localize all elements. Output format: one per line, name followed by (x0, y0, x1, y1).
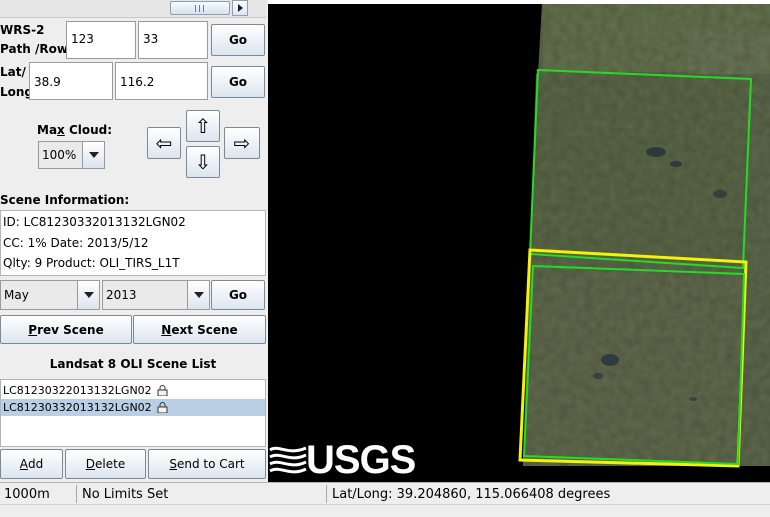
chevron-down-icon (193, 292, 204, 298)
max-cloud-select[interactable]: 100% (38, 141, 105, 169)
arrow-right-icon: ⇨ (233, 131, 251, 155)
list-item-selected[interactable]: LC81230332013132LGN02 (1, 399, 265, 416)
next-scene-button[interactable]: Next Scene (133, 315, 266, 344)
send-to-cart-button[interactable]: Send to Cart (148, 449, 266, 479)
add-button[interactable]: Add (0, 449, 63, 479)
window-bottom-edge (0, 504, 770, 517)
prev-scene-button[interactable]: Prev Scene (0, 315, 132, 344)
wrs-label-line2: Path /Row: (0, 42, 73, 56)
delete-button[interactable]: Delete (65, 449, 146, 479)
date-go-button[interactable]: Go (211, 280, 265, 310)
limits-status: No Limits Set (82, 486, 169, 502)
map-view[interactable]: USGS (268, 4, 770, 482)
month-value: May (4, 288, 29, 302)
latlong-label-line1: Lat/ (0, 65, 26, 79)
wrs-label-line1: WRS-2 (0, 23, 45, 37)
longitude-input[interactable]: 116.2 (115, 62, 208, 100)
latlong-go-button[interactable]: Go (211, 66, 265, 98)
scene-info-heading: Scene Information: (0, 193, 130, 207)
month-select[interactable]: May (0, 280, 100, 310)
chevron-down-icon (88, 152, 99, 158)
status-bar: 1000m No Limits Set Lat/Long: 39.204860,… (0, 482, 770, 504)
chevron-down-icon (83, 292, 94, 298)
month-dropdown-button[interactable] (77, 281, 99, 309)
list-item[interactable]: LC81230322013132LGN02 (1, 382, 265, 399)
arrow-up-icon: ⇧ (194, 114, 212, 138)
scene-cc-date-text: CC: 1% Date: 2013/5/12 (3, 236, 149, 250)
max-cloud-label: Max Cloud: (37, 123, 113, 137)
scene-info-box: ID: LC81230332013132LGN02 CC: 1% Date: 2… (0, 210, 266, 276)
map-canvas[interactable] (268, 4, 770, 482)
scrollbar-right-button[interactable] (232, 0, 248, 16)
year-value: 2013 (106, 288, 137, 302)
top-scrollbar[interactable] (0, 0, 266, 18)
scene-quality-product-text: Qlty: 9 Product: OLI_TIRS_L1T (3, 256, 180, 270)
satellite-imagery (523, 4, 770, 466)
scale-indicator: 1000m (4, 486, 50, 502)
max-cloud-value: 100% (42, 148, 77, 162)
status-separator (326, 485, 327, 503)
lock-icon (157, 385, 168, 396)
pan-left-button[interactable]: ⇦ (147, 127, 181, 159)
scrollbar-thumb[interactable] (170, 1, 230, 15)
year-select[interactable]: 2013 (102, 280, 210, 310)
arrow-left-icon: ⇦ (155, 131, 173, 155)
scene-id-text: ID: LC81230332013132LGN02 (3, 215, 186, 229)
year-dropdown-button[interactable] (187, 281, 209, 309)
pan-down-button[interactable]: ⇩ (186, 146, 220, 178)
cursor-latlong-readout: Lat/Long: 39.204860, 115.066408 degrees (332, 486, 611, 502)
pan-up-button[interactable]: ⇧ (186, 110, 220, 142)
path-row-go-button[interactable]: Go (211, 24, 265, 56)
pan-right-button[interactable]: ⇨ (224, 127, 260, 159)
row-input[interactable]: 33 (138, 21, 208, 59)
usgs-logo (268, 442, 308, 478)
latitude-input[interactable]: 38.9 (29, 62, 113, 100)
status-separator (76, 485, 77, 503)
scene-list-heading: Landsat 8 OLI Scene List (49, 357, 217, 371)
scene-list[interactable]: LC81230322013132LGN02 LC81230332013132LG… (0, 379, 266, 447)
max-cloud-dropdown-button[interactable] (82, 142, 104, 168)
usgs-logo-text: USGS (306, 438, 416, 482)
lock-icon (157, 402, 168, 413)
arrow-down-icon: ⇩ (194, 150, 212, 174)
chevron-right-icon (237, 4, 243, 12)
path-input[interactable]: 123 (66, 21, 136, 59)
control-panel: WRS-2 Path /Row: 123 33 Go Lat/ Long: 38… (0, 0, 268, 482)
